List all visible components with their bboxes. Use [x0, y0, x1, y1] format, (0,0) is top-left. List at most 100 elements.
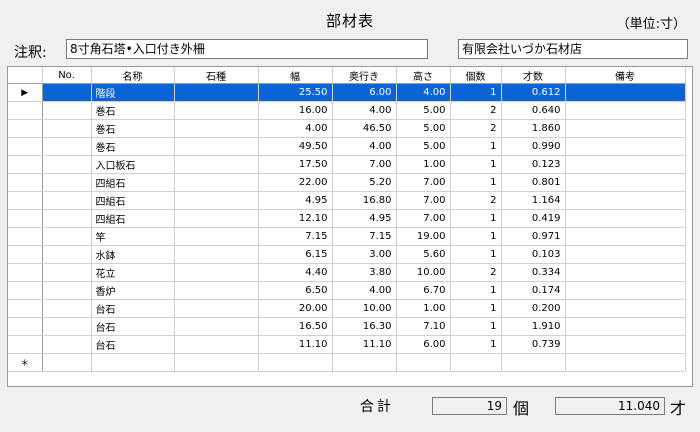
cell-remarks[interactable]: [565, 299, 686, 318]
company-field[interactable]: 有限会社いづか石材店: [458, 39, 688, 59]
cell-no[interactable]: [42, 281, 92, 300]
cell-remarks[interactable]: [565, 191, 686, 210]
cell-depth[interactable]: 4.95: [332, 209, 397, 228]
cell-name[interactable]: 竿: [91, 227, 175, 246]
cell-stone[interactable]: [174, 137, 259, 156]
cell-name[interactable]: 水鉢: [91, 245, 175, 264]
cell-name[interactable]: 四組石: [91, 209, 175, 228]
table-row[interactable]: 巻石 16.00 4.00 5.00 2 0.640: [8, 101, 686, 120]
row-header[interactable]: [8, 101, 43, 120]
new-row-cell[interactable]: [450, 353, 502, 372]
cell-width[interactable]: 7.15: [258, 227, 333, 246]
cell-width[interactable]: 16.50: [258, 317, 333, 336]
cell-width[interactable]: 6.50: [258, 281, 333, 300]
cell-width[interactable]: 16.00: [258, 101, 333, 120]
table-row[interactable]: ▶ 階段 25.50 6.00 4.00 1 0.612: [8, 83, 686, 102]
cell-volume[interactable]: 1.860: [501, 119, 566, 138]
cell-count[interactable]: 2: [450, 119, 502, 138]
cell-volume[interactable]: 0.739: [501, 335, 566, 354]
cell-height[interactable]: 7.10: [396, 317, 451, 336]
cell-no[interactable]: [42, 155, 92, 174]
cell-height[interactable]: 7.00: [396, 209, 451, 228]
cell-stone[interactable]: [174, 191, 259, 210]
cell-name[interactable]: 階段: [91, 83, 175, 102]
cell-remarks[interactable]: [565, 101, 686, 120]
cell-volume[interactable]: 0.419: [501, 209, 566, 228]
parts-grid[interactable]: No. 名称 石種 幅 奥行き 高さ 個数 才数 備考 ▶ 階段 25.50 6.00…: [7, 66, 693, 387]
cell-height[interactable]: 5.00: [396, 137, 451, 156]
cell-remarks[interactable]: [565, 227, 686, 246]
cell-name[interactable]: 入口板石: [91, 155, 175, 174]
cell-no[interactable]: [42, 191, 92, 210]
cell-remarks[interactable]: [565, 137, 686, 156]
cell-stone[interactable]: [174, 83, 259, 102]
col-header-name[interactable]: 名称: [91, 67, 175, 84]
cell-remarks[interactable]: [565, 155, 686, 174]
cell-width[interactable]: 6.15: [258, 245, 333, 264]
new-row-cell[interactable]: [396, 353, 451, 372]
cell-count[interactable]: 1: [450, 227, 502, 246]
cell-stone[interactable]: [174, 245, 259, 264]
cell-no[interactable]: [42, 317, 92, 336]
cell-height[interactable]: 5.00: [396, 119, 451, 138]
cell-count[interactable]: 1: [450, 245, 502, 264]
cell-count[interactable]: 1: [450, 335, 502, 354]
cell-depth[interactable]: 3.00: [332, 245, 397, 264]
cell-stone[interactable]: [174, 227, 259, 246]
cell-depth[interactable]: 7.00: [332, 155, 397, 174]
row-header[interactable]: [8, 227, 43, 246]
cell-depth[interactable]: 16.80: [332, 191, 397, 210]
new-row-cell[interactable]: [501, 353, 566, 372]
cell-height[interactable]: 4.00: [396, 83, 451, 102]
cell-remarks[interactable]: [565, 263, 686, 282]
new-row[interactable]: ＊: [8, 353, 686, 372]
col-header-volume[interactable]: 才数: [501, 67, 566, 84]
cell-stone[interactable]: [174, 119, 259, 138]
cell-no[interactable]: [42, 137, 92, 156]
new-row-cell[interactable]: [42, 353, 92, 372]
cell-count[interactable]: 2: [450, 191, 502, 210]
cell-depth[interactable]: 46.50: [332, 119, 397, 138]
cell-remarks[interactable]: [565, 335, 686, 354]
cell-volume[interactable]: 0.801: [501, 173, 566, 192]
cell-width[interactable]: 11.10: [258, 335, 333, 354]
cell-volume[interactable]: 0.123: [501, 155, 566, 174]
cell-count[interactable]: 2: [450, 101, 502, 120]
cell-count[interactable]: 2: [450, 263, 502, 282]
cell-stone[interactable]: [174, 299, 259, 318]
cell-volume[interactable]: 0.174: [501, 281, 566, 300]
cell-name[interactable]: 台石: [91, 317, 175, 336]
row-header[interactable]: [8, 281, 43, 300]
row-header[interactable]: [8, 137, 43, 156]
cell-count[interactable]: 1: [450, 209, 502, 228]
cell-remarks[interactable]: [565, 173, 686, 192]
cell-count[interactable]: 1: [450, 155, 502, 174]
cell-name[interactable]: 巻石: [91, 137, 175, 156]
table-row[interactable]: 水鉢 6.15 3.00 5.60 1 0.103: [8, 245, 686, 264]
note-input[interactable]: 8寸角石塔•入口付き外柵: [66, 39, 428, 59]
cell-depth[interactable]: 10.00: [332, 299, 397, 318]
new-row-indicator[interactable]: ＊: [8, 353, 43, 372]
cell-count[interactable]: 1: [450, 281, 502, 300]
cell-height[interactable]: 10.00: [396, 263, 451, 282]
col-header-depth[interactable]: 奥行き: [332, 67, 397, 84]
cell-remarks[interactable]: [565, 83, 686, 102]
cell-height[interactable]: 7.00: [396, 173, 451, 192]
col-header-count[interactable]: 個数: [450, 67, 502, 84]
table-row[interactable]: 台石 11.10 11.10 6.00 1 0.739: [8, 335, 686, 354]
cell-depth[interactable]: 4.00: [332, 137, 397, 156]
table-row[interactable]: 竿 7.15 7.15 19.00 1 0.971: [8, 227, 686, 246]
cell-depth[interactable]: 4.00: [332, 281, 397, 300]
table-row[interactable]: 台石 16.50 16.30 7.10 1 1.910: [8, 317, 686, 336]
row-header[interactable]: [8, 335, 43, 354]
cell-remarks[interactable]: [565, 317, 686, 336]
table-row[interactable]: 四組石 22.00 5.20 7.00 1 0.801: [8, 173, 686, 192]
cell-width[interactable]: 12.10: [258, 209, 333, 228]
cell-no[interactable]: [42, 119, 92, 138]
table-row[interactable]: 巻石 49.50 4.00 5.00 1 0.990: [8, 137, 686, 156]
new-row-cell[interactable]: [174, 353, 259, 372]
cell-height[interactable]: 5.00: [396, 101, 451, 120]
cell-remarks[interactable]: [565, 245, 686, 264]
cell-volume[interactable]: 0.200: [501, 299, 566, 318]
cell-remarks[interactable]: [565, 119, 686, 138]
